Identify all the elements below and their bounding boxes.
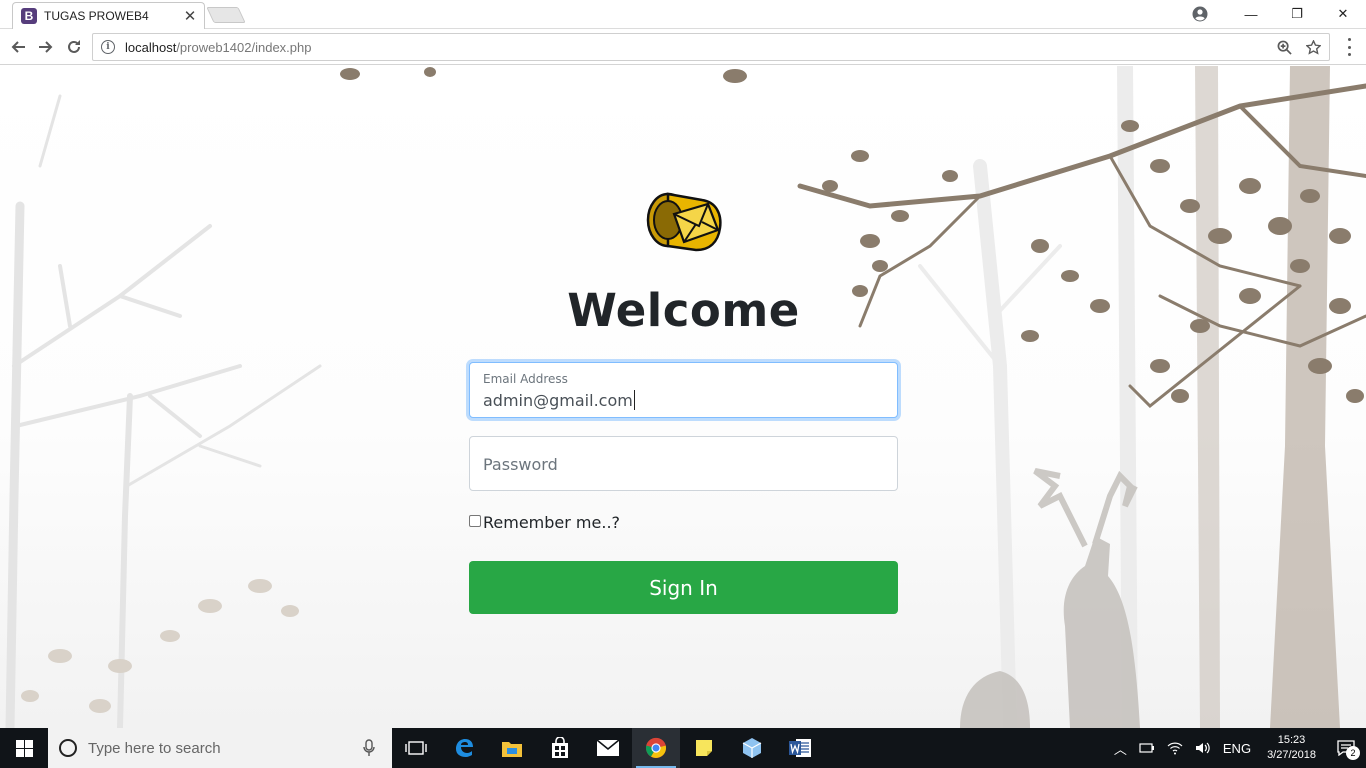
language-indicator[interactable]: ENG xyxy=(1223,741,1251,756)
word-taskbar-button[interactable] xyxy=(776,728,824,768)
word-icon xyxy=(789,739,811,757)
email-label: Email Address xyxy=(483,372,568,386)
system-tray: ︿ ENG 15:23 3/27/2018 2 xyxy=(1108,728,1366,768)
remember-me-label: Remember me..? xyxy=(483,513,621,532)
volume-icon[interactable] xyxy=(1195,741,1211,755)
cube-icon xyxy=(742,738,762,758)
forward-button[interactable] xyxy=(34,35,58,59)
windows-taskbar: Type here to search ︿ ENG 15:23 3/27/201… xyxy=(0,728,1366,768)
web-page: Welcome Email Address admin@gmail.com Pa… xyxy=(0,66,1366,728)
url-text[interactable]: localhost/proweb1402/index.php xyxy=(125,40,1277,55)
sticky-notes-taskbar-button[interactable] xyxy=(680,728,728,768)
start-button[interactable] xyxy=(0,728,48,768)
browser-tab[interactable]: B TUGAS PROWEB4 ✕ xyxy=(12,2,205,29)
chrome-icon xyxy=(645,737,667,758)
edge-taskbar-button[interactable] xyxy=(440,728,488,768)
mailbox-logo-icon xyxy=(646,192,722,252)
windows-logo-icon xyxy=(15,739,33,757)
notification-badge: 2 xyxy=(1346,746,1360,760)
file-explorer-taskbar-button[interactable] xyxy=(488,728,536,768)
new-tab-button[interactable] xyxy=(206,7,246,23)
reload-button[interactable] xyxy=(62,35,86,59)
restore-button[interactable]: ❐ xyxy=(1274,0,1320,28)
task-view-button[interactable] xyxy=(392,728,440,768)
zoom-icon[interactable] xyxy=(1277,40,1292,55)
folder-icon xyxy=(502,742,522,757)
close-window-button[interactable]: ✕ xyxy=(1320,0,1366,28)
microphone-icon[interactable] xyxy=(362,739,376,757)
back-button[interactable] xyxy=(6,35,30,59)
profile-icon[interactable] xyxy=(1192,6,1208,22)
tab-close-icon[interactable]: ✕ xyxy=(180,7,200,25)
arrow-left-icon xyxy=(11,41,25,53)
mail-taskbar-button[interactable] xyxy=(584,728,632,768)
taskbar-search-input[interactable]: Type here to search xyxy=(88,740,362,757)
remember-me[interactable]: Remember me..? xyxy=(469,513,620,532)
cortana-icon[interactable] xyxy=(59,739,77,757)
info-icon[interactable]: i xyxy=(101,40,115,54)
store-taskbar-button[interactable] xyxy=(536,728,584,768)
address-bar[interactable]: i localhost/proweb1402/index.php xyxy=(92,33,1330,61)
action-center-button[interactable]: 2 xyxy=(1326,728,1366,768)
email-input[interactable]: admin@gmail.com xyxy=(483,390,635,410)
sticky-note-icon xyxy=(696,740,712,756)
password-input[interactable]: Password xyxy=(483,455,558,474)
chrome-taskbar-button[interactable] xyxy=(632,728,680,768)
task-view-icon xyxy=(405,741,427,755)
store-bag-icon xyxy=(552,737,568,758)
edge-icon xyxy=(456,739,473,757)
remember-me-checkbox[interactable] xyxy=(469,515,481,527)
browser-tabstrip: B TUGAS PROWEB4 ✕ — ❐ ✕ xyxy=(0,0,1366,29)
welcome-heading: Welcome xyxy=(567,284,800,337)
mail-envelope-icon xyxy=(596,739,620,756)
wifi-icon[interactable] xyxy=(1167,741,1183,755)
clock-date: 3/27/2018 xyxy=(1267,749,1316,761)
tab-title: TUGAS PROWEB4 xyxy=(44,9,149,23)
clock-time: 15:23 xyxy=(1277,734,1306,746)
arrow-right-icon xyxy=(39,41,53,53)
minimize-button[interactable]: — xyxy=(1228,0,1274,28)
bootstrap-favicon-icon: B xyxy=(21,8,37,24)
app-box-taskbar-button[interactable] xyxy=(728,728,776,768)
sign-in-button[interactable]: Sign In xyxy=(469,561,898,614)
browser-menu-icon[interactable] xyxy=(1342,38,1356,56)
email-value: admin@gmail.com xyxy=(483,391,633,410)
bookmark-star-icon[interactable] xyxy=(1306,39,1321,55)
chevron-up-icon[interactable]: ︿ xyxy=(1114,739,1127,758)
clock[interactable]: 15:23 3/27/2018 xyxy=(1267,733,1316,763)
reload-icon xyxy=(68,40,80,53)
text-caret xyxy=(633,390,635,410)
email-field[interactable]: Email Address admin@gmail.com xyxy=(469,362,898,418)
browser-toolbar: i localhost/proweb1402/index.php xyxy=(0,29,1366,65)
password-field[interactable]: Password xyxy=(469,436,898,491)
battery-icon[interactable] xyxy=(1139,742,1155,754)
taskbar-search-box[interactable]: Type here to search xyxy=(48,728,392,768)
